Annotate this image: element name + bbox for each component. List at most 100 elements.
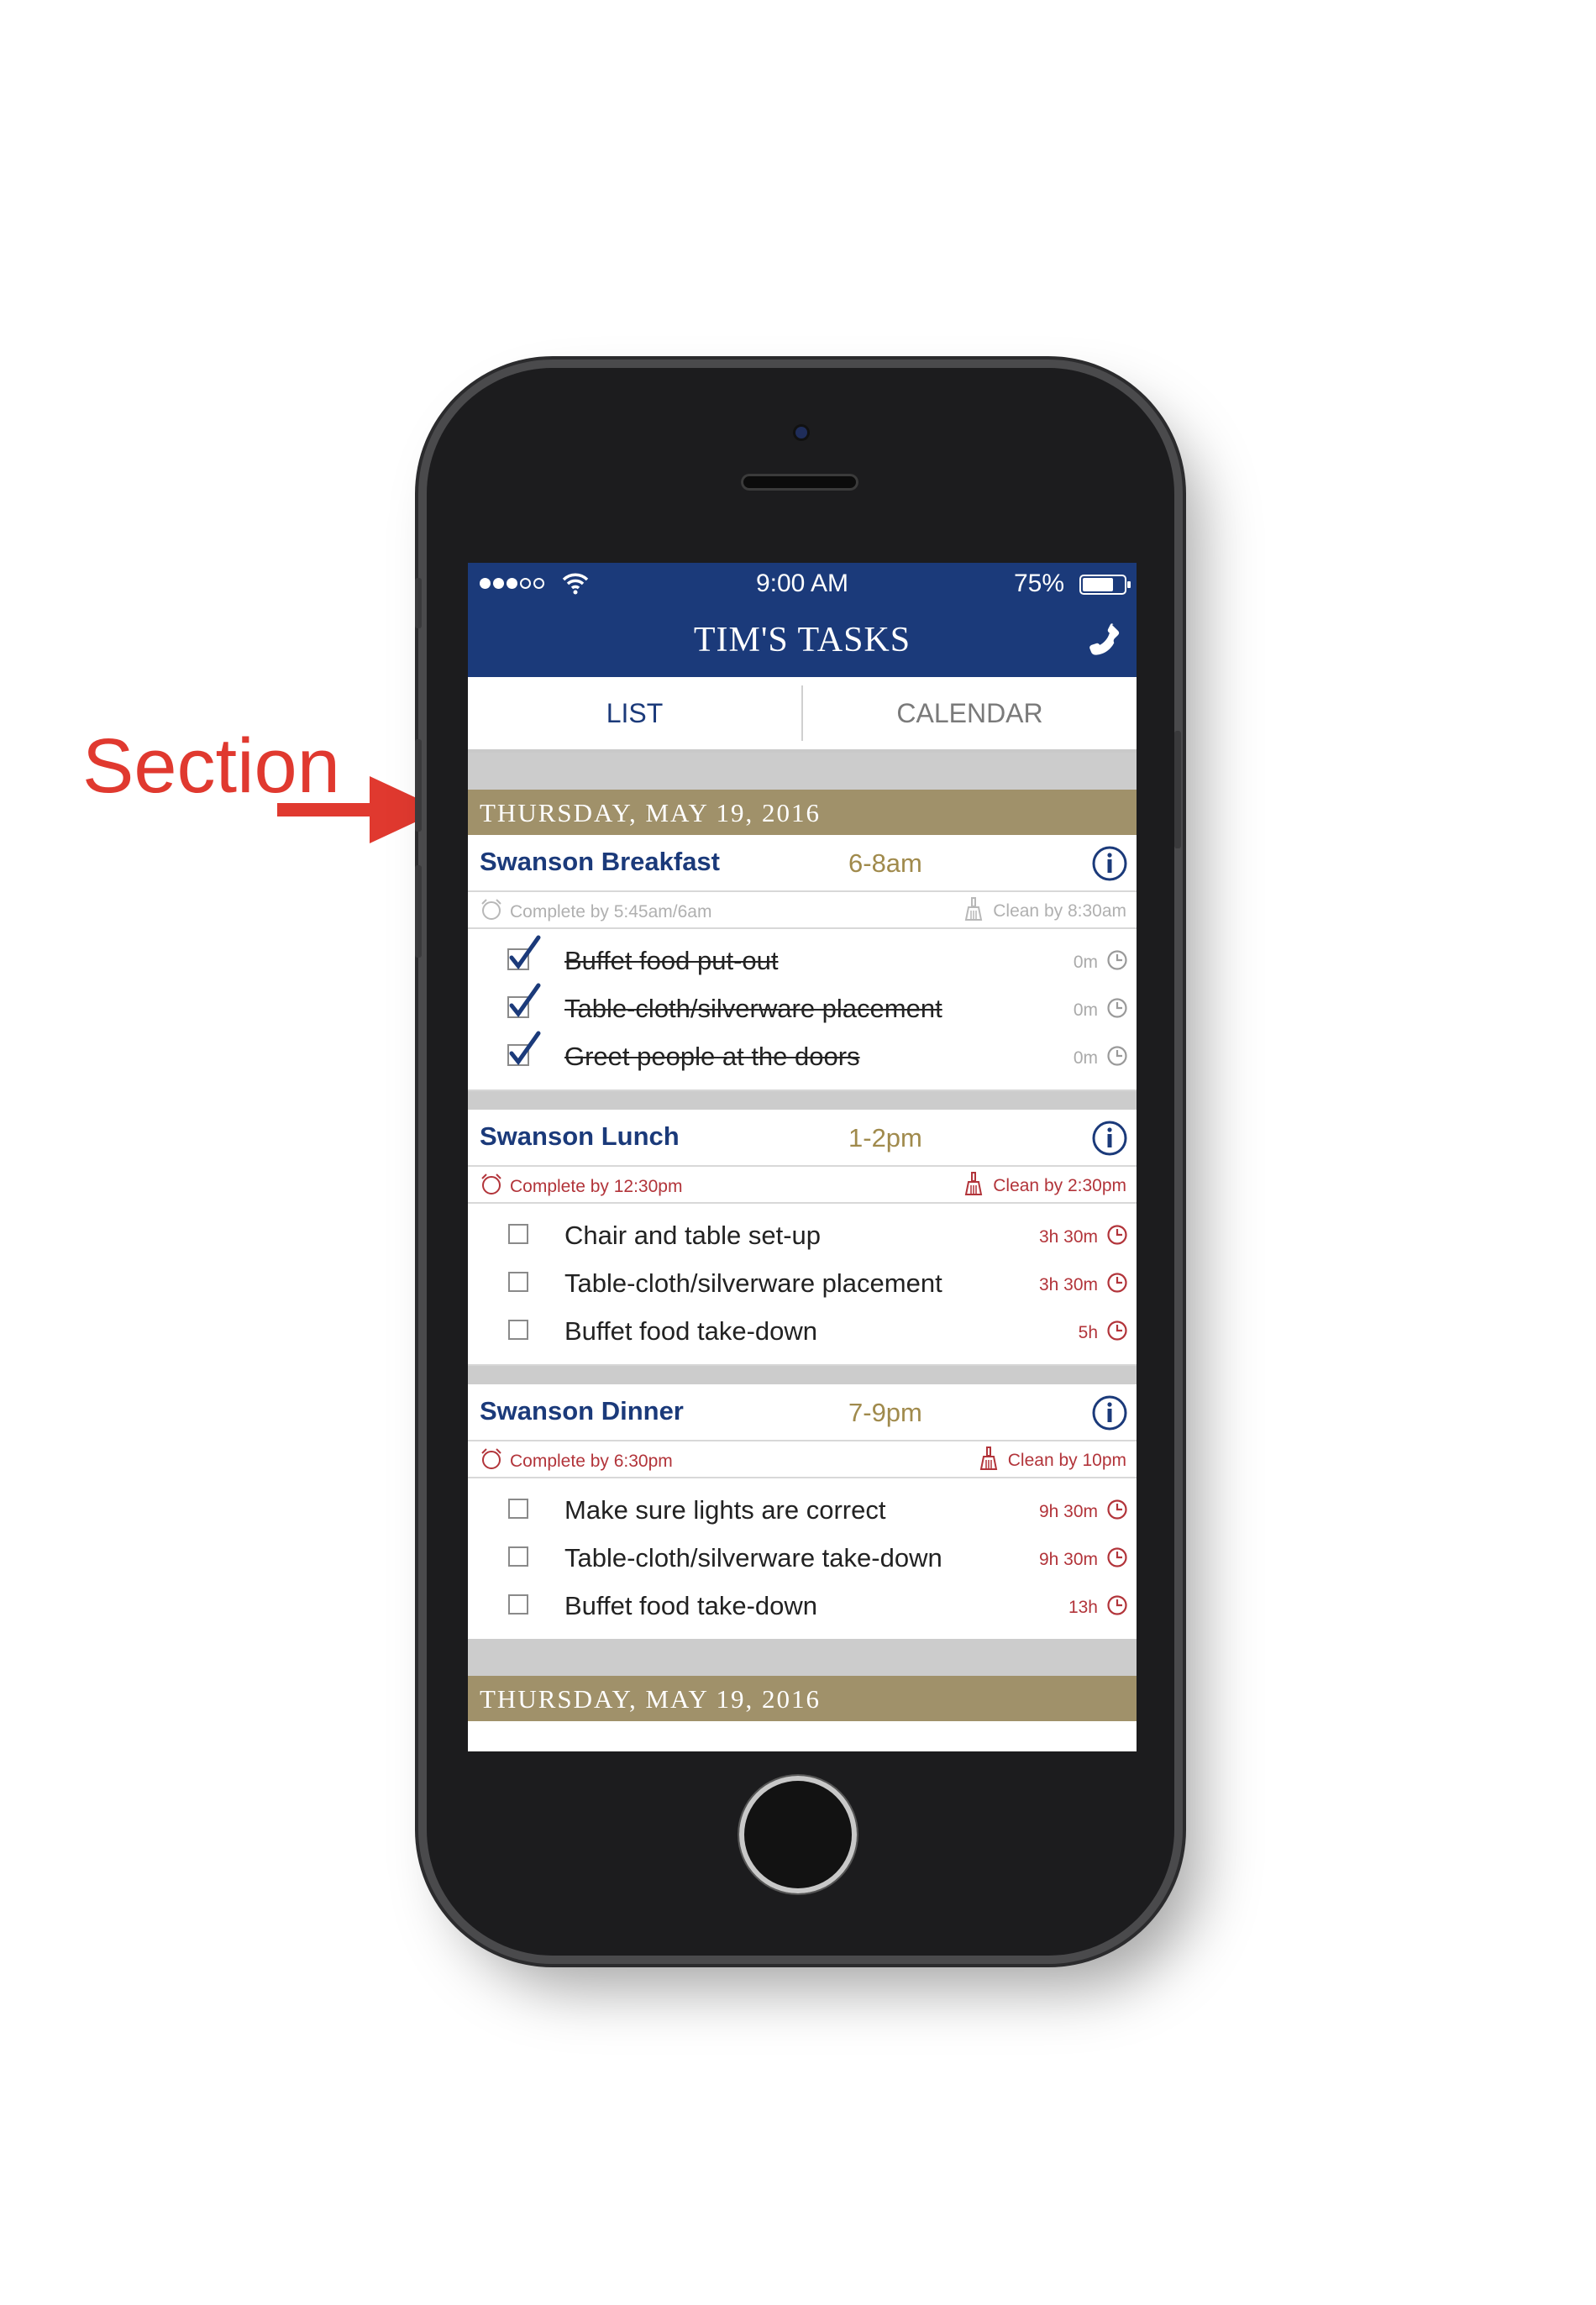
task-row[interactable]: Buffet food put-out 0m xyxy=(468,934,1137,985)
task-group: Make sure lights are correct 9h 30m Table-… xyxy=(468,1478,1137,1639)
event-header[interactable]: Swanson Dinner 7-9pm xyxy=(468,1384,1137,1441)
info-icon[interactable] xyxy=(1091,845,1128,886)
app-screen: 9:00 AM 75% TIM'S TASKS LIST CALENDAR TH… xyxy=(468,563,1137,1751)
event-title: Swanson Breakfast xyxy=(480,847,720,876)
event-deadlines: Complete by 6:30pm Clean by 10pm xyxy=(468,1441,1137,1478)
task-text: Make sure lights are correct xyxy=(564,1495,886,1525)
task-duration: 3h 30m xyxy=(1038,1275,1098,1294)
battery-icon xyxy=(1079,575,1131,595)
task-row[interactable]: Table-cloth/silverware placement 3h 30m xyxy=(468,1260,1137,1308)
alarm-clock-icon xyxy=(480,1447,503,1476)
volume-up-button xyxy=(415,739,422,832)
clean-by: Clean by 10pm xyxy=(976,1446,1126,1476)
task-duration: 0m xyxy=(1073,953,1098,972)
task-checkbox[interactable] xyxy=(508,1594,528,1615)
event-time: 7-9pm xyxy=(848,1398,922,1427)
task-text: Buffet food take-down xyxy=(564,1591,818,1620)
task-checkbox[interactable] xyxy=(508,1499,528,1519)
earpiece-speaker xyxy=(741,474,858,491)
event-header[interactable]: Swanson Breakfast 6-8am xyxy=(468,835,1137,892)
event-spacer xyxy=(468,1364,1137,1384)
task-checkbox[interactable] xyxy=(508,1224,528,1244)
event-deadlines: Complete by 12:30pm Clean by 2:30pm xyxy=(468,1167,1137,1204)
alarm-clock-icon xyxy=(480,1173,503,1201)
event-header[interactable]: Swanson Lunch 1-2pm xyxy=(468,1110,1137,1167)
alarm-clock-icon xyxy=(480,898,503,927)
complete-by: Complete by 6:30pm xyxy=(480,1447,673,1476)
event-title: Swanson Lunch xyxy=(480,1121,680,1151)
clock-icon xyxy=(1106,997,1128,1023)
info-icon[interactable] xyxy=(1091,1394,1128,1436)
task-row[interactable]: Chair and table set-up 3h 30m xyxy=(468,1212,1137,1260)
clock-icon xyxy=(1106,1546,1128,1573)
clock-icon xyxy=(1106,1594,1128,1620)
task-group: Chair and table set-up 3h 30m Table-cloth/… xyxy=(468,1204,1137,1364)
event-spacer xyxy=(468,1089,1137,1110)
task-text: Table-cloth/silverware placement xyxy=(564,1268,942,1298)
complete-by-text: Complete by 6:30pm xyxy=(510,1452,673,1471)
task-duration: 0m xyxy=(1073,1048,1098,1068)
task-row[interactable]: Table-cloth/silverware placement 0m xyxy=(468,982,1137,1033)
broom-icon xyxy=(961,896,986,927)
complete-by: Complete by 5:45am/6am xyxy=(480,898,711,927)
checked-checkbox-icon[interactable] xyxy=(505,934,545,979)
view-tabs: LIST CALENDAR xyxy=(468,677,1137,753)
complete-by-text: Complete by 5:45am/6am xyxy=(510,902,712,921)
clock-icon xyxy=(1106,949,1128,975)
event-time: 6-8am xyxy=(848,848,922,878)
task-row[interactable]: Make sure lights are correct 9h 30m xyxy=(468,1487,1137,1535)
complete-by: Complete by 12:30pm xyxy=(480,1173,682,1201)
volume-down-button xyxy=(415,865,422,958)
task-text: Buffet food put-out xyxy=(564,946,779,975)
home-button[interactable] xyxy=(739,1776,857,1893)
clean-by-text: Clean by 10pm xyxy=(1007,1451,1126,1470)
checked-checkbox-icon[interactable] xyxy=(505,1030,545,1074)
mute-switch xyxy=(415,578,422,628)
task-text: Table-cloth/silverware placement xyxy=(564,994,942,1023)
clock-icon xyxy=(1106,1045,1128,1071)
task-duration: 9h 30m xyxy=(1038,1550,1098,1569)
clock-icon xyxy=(1106,1272,1128,1298)
nav-bar: TIM'S TASKS xyxy=(468,606,1137,677)
checked-checkbox-icon[interactable] xyxy=(505,982,545,1026)
phone-call-icon[interactable] xyxy=(1086,622,1123,662)
tab-calendar[interactable]: CALENDAR xyxy=(803,677,1137,749)
task-checkbox[interactable] xyxy=(508,1546,528,1567)
task-duration: 0m xyxy=(1073,1000,1098,1020)
front-camera xyxy=(795,427,807,438)
section-spacer xyxy=(468,1639,1137,1676)
task-row[interactable]: Buffet food take-down 13h xyxy=(468,1583,1137,1630)
task-text: Greet people at the doors xyxy=(564,1042,860,1071)
task-group: Buffet food put-out 0m Table-cloth/silverw… xyxy=(468,929,1137,1089)
clock-icon xyxy=(1106,1320,1128,1346)
broom-icon xyxy=(961,1171,986,1201)
event-title: Swanson Dinner xyxy=(480,1396,684,1426)
broom-icon xyxy=(976,1446,1001,1476)
section-spacer xyxy=(468,753,1137,790)
clean-by-text: Clean by 2:30pm xyxy=(993,1176,1126,1195)
task-checkbox[interactable] xyxy=(508,1320,528,1340)
info-icon[interactable] xyxy=(1091,1120,1128,1161)
event-deadlines: Complete by 5:45am/6am Clean by 8:30am xyxy=(468,892,1137,929)
task-text: Chair and table set-up xyxy=(564,1221,822,1250)
task-row[interactable]: Greet people at the doors 0m xyxy=(468,1030,1137,1081)
section-header: THURSDAY, MAY 19, 2016 xyxy=(468,790,1137,835)
status-bar: 9:00 AM 75% xyxy=(468,563,1137,606)
complete-by-text: Complete by 12:30pm xyxy=(510,1177,683,1196)
task-checkbox[interactable] xyxy=(508,1272,528,1292)
task-row[interactable]: Buffet food take-down 5h xyxy=(468,1308,1137,1356)
tab-list[interactable]: LIST xyxy=(468,677,801,749)
clean-by: Clean by 8:30am xyxy=(961,896,1126,927)
task-row[interactable]: Table-cloth/silverware take-down 9h 30m xyxy=(468,1535,1137,1583)
task-duration: 5h xyxy=(1078,1323,1098,1342)
clock-icon xyxy=(1106,1499,1128,1525)
section-header: THURSDAY, MAY 19, 2016 xyxy=(468,1676,1137,1721)
task-duration: 13h xyxy=(1068,1598,1098,1617)
clock-icon xyxy=(1106,1224,1128,1250)
power-button xyxy=(1174,731,1181,848)
clean-by-text: Clean by 8:30am xyxy=(993,901,1126,921)
page-title: TIM'S TASKS xyxy=(693,621,911,659)
battery-percentage: 75% xyxy=(1013,570,1064,597)
clean-by: Clean by 2:30pm xyxy=(961,1171,1126,1201)
task-list: THURSDAY, MAY 19, 2016 Swanson Breakfast 6… xyxy=(468,753,1137,1721)
